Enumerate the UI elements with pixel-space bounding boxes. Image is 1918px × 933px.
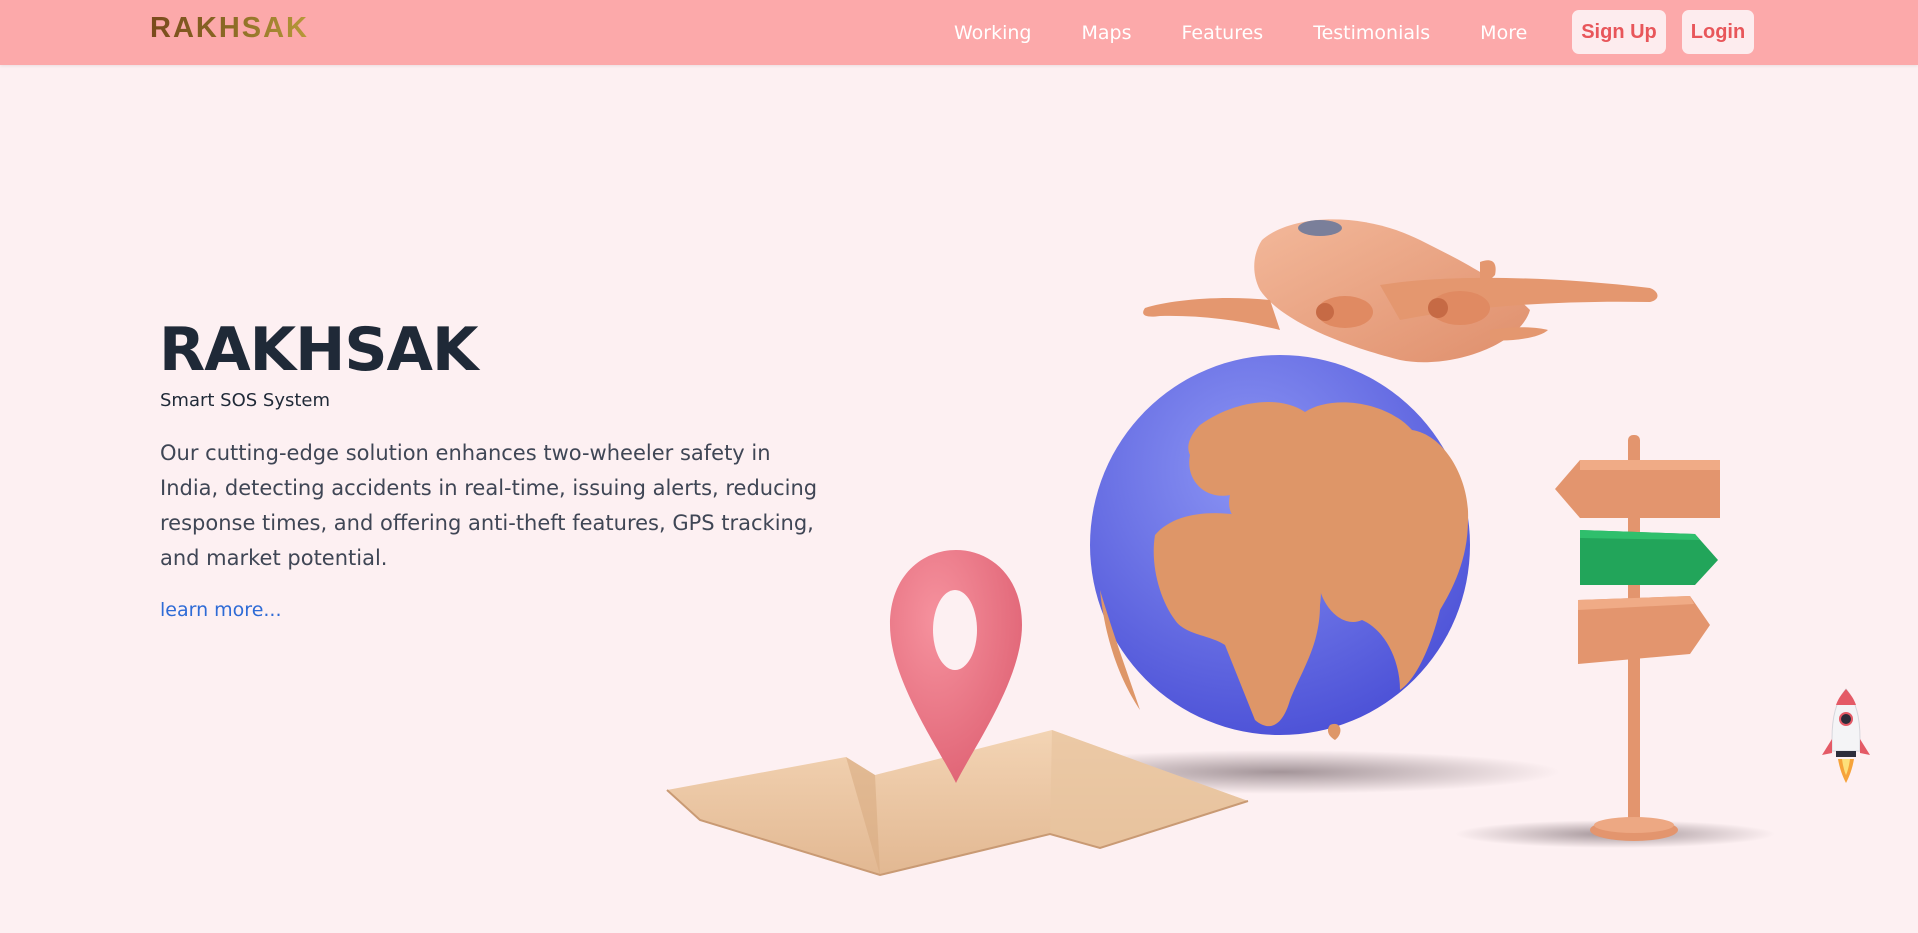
nav-link-features[interactable]: Features — [1182, 22, 1264, 44]
travel-scene-illustration — [666, 219, 1775, 877]
airplane-icon — [1143, 219, 1658, 363]
nav-link-testimonials[interactable]: Testimonials — [1313, 22, 1430, 44]
hero-title: RAKHSAK — [159, 315, 478, 385]
globe-icon — [1090, 355, 1470, 740]
top-navbar: RAKHSAK Working Maps Features Testimonia… — [0, 0, 1918, 65]
nav-link-more[interactable]: More — [1480, 22, 1527, 44]
hero-subtitle: Smart SOS System — [160, 390, 331, 411]
nav-link-working[interactable]: Working — [954, 22, 1032, 44]
login-button[interactable]: Login — [1682, 10, 1754, 54]
sign-up-button[interactable]: Sign Up — [1572, 10, 1666, 54]
signpost-icon — [1555, 435, 1720, 841]
learn-more-link[interactable]: learn more... — [160, 599, 282, 621]
rocket-icon[interactable] — [1818, 687, 1874, 787]
nav-link-maps[interactable]: Maps — [1082, 22, 1132, 44]
nav-links: Working Maps Features Testimonials More — [954, 22, 1577, 44]
brand-logo[interactable]: RAKHSAK — [150, 12, 309, 45]
